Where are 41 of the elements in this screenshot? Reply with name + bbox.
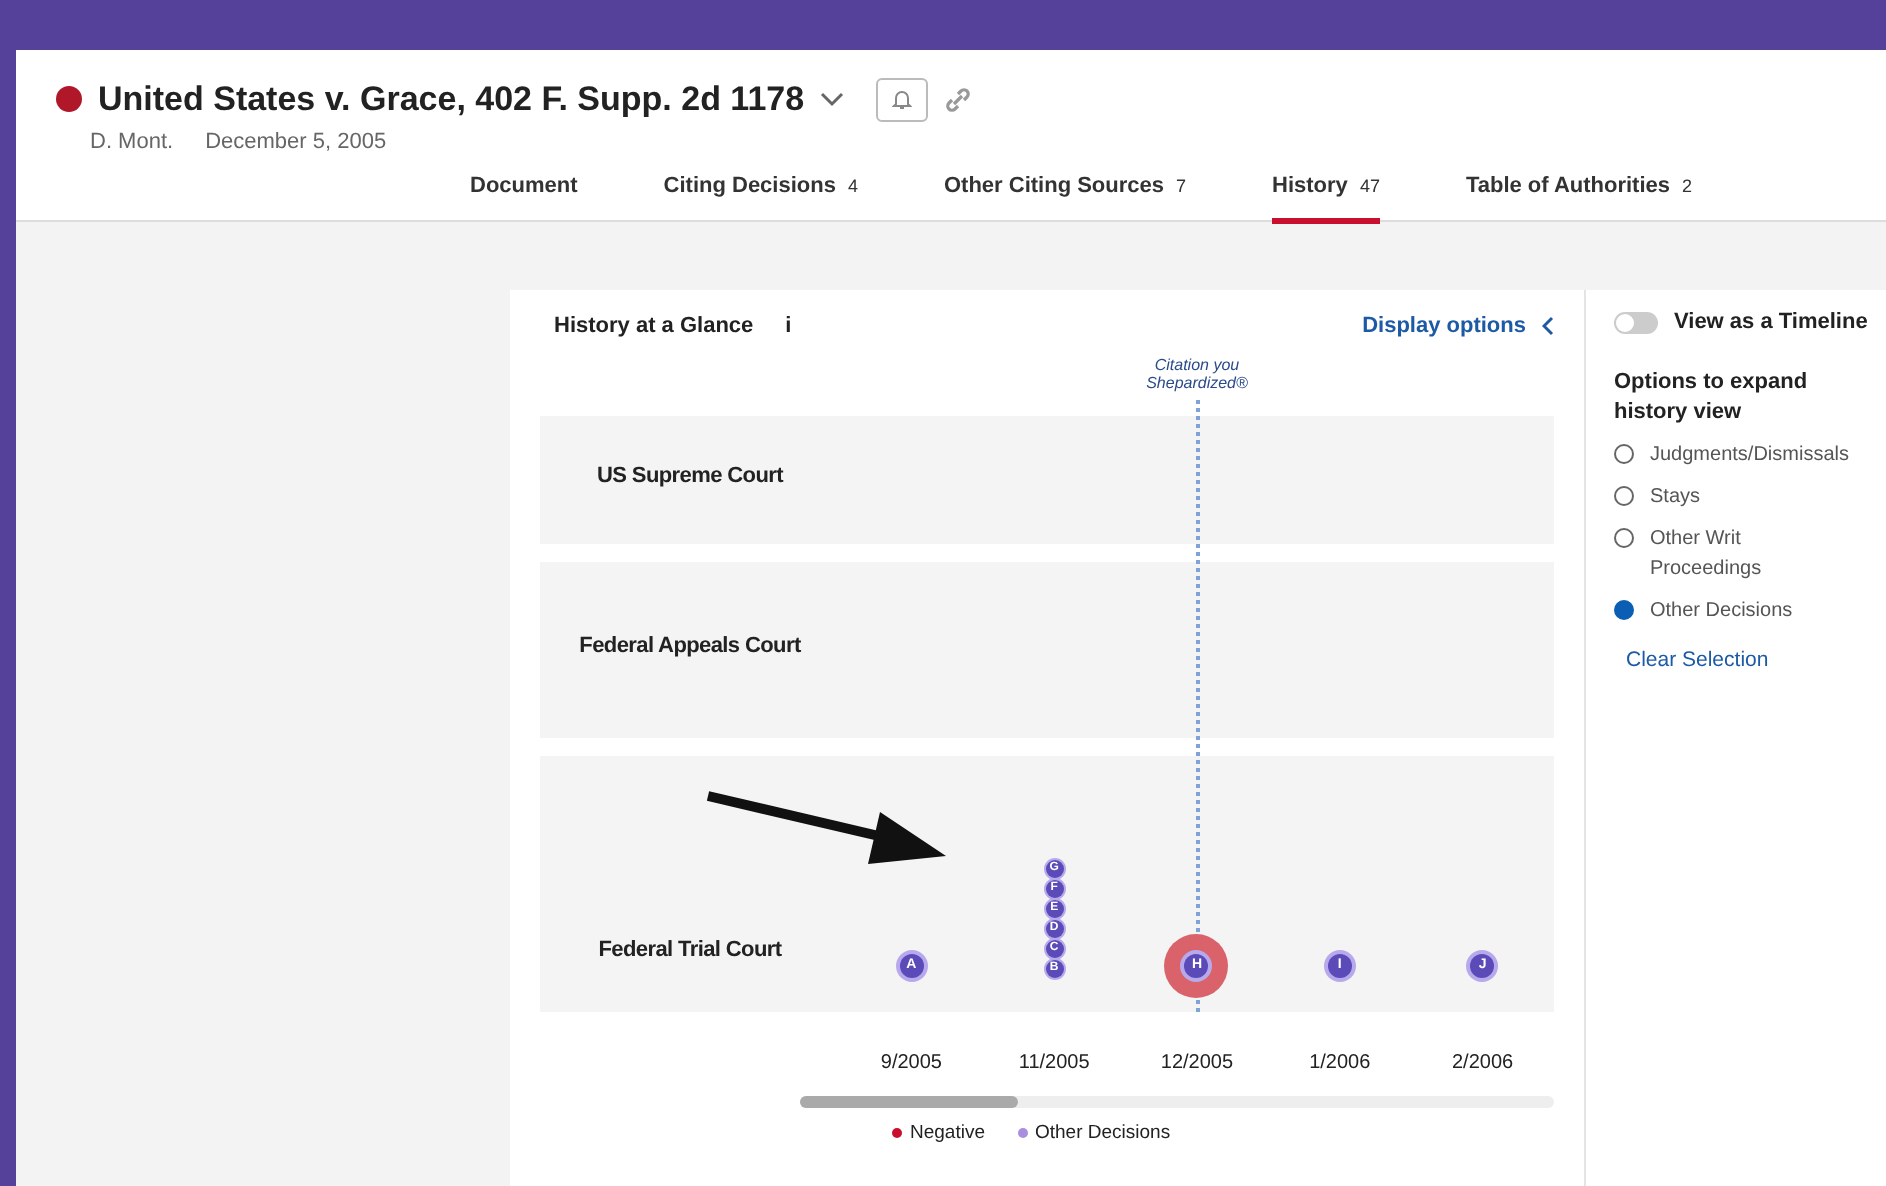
tab[interactable]: Document bbox=[470, 162, 578, 223]
info-icon[interactable]: i bbox=[785, 310, 792, 343]
option-label: Other Writ Proceedings bbox=[1650, 526, 1764, 585]
radio-button[interactable] bbox=[1614, 600, 1634, 621]
tab[interactable]: Citing Decisions 4 bbox=[663, 162, 858, 223]
toggle-switch[interactable] bbox=[1614, 311, 1658, 334]
option-label: Judgments/Dismissals bbox=[1650, 442, 1850, 471]
chevron-icon[interactable] bbox=[1542, 316, 1554, 337]
link-icon[interactable] bbox=[944, 85, 973, 114]
tab[interactable]: Table of Authorities 2 bbox=[1465, 162, 1693, 223]
legend-label: Negative bbox=[910, 1119, 985, 1147]
court-name: D. Mont. bbox=[90, 127, 174, 157]
date-label: 1/2006 bbox=[1309, 1051, 1371, 1073]
option-label: Stays bbox=[1650, 484, 1703, 513]
court-label: US Supreme Court bbox=[597, 462, 783, 492]
radio-button[interactable] bbox=[1614, 528, 1634, 549]
display-options-link[interactable]: Display options bbox=[1362, 310, 1526, 343]
date-label: 12/2005 bbox=[1160, 1051, 1234, 1073]
radio-button[interactable] bbox=[1614, 486, 1634, 507]
date-label: 11/2005 bbox=[1018, 1051, 1090, 1073]
scrollbar-thumb[interactable] bbox=[800, 1095, 1018, 1107]
tab[interactable]: Other Citing Sources 7 bbox=[943, 162, 1187, 223]
bell-icon bbox=[892, 88, 913, 111]
citation-label: Citation you Shepardized® bbox=[1144, 355, 1250, 397]
bell-button[interactable] bbox=[876, 77, 929, 122]
legend-label: Other Decisions bbox=[1035, 1119, 1171, 1147]
option-label: Other Decisions bbox=[1650, 598, 1795, 627]
court-label: Federal Trial Court bbox=[598, 936, 782, 966]
court-label: Federal Appeals Court bbox=[579, 632, 801, 662]
decision-date: December 5, 2005 bbox=[205, 127, 387, 157]
status-dot-icon bbox=[56, 86, 82, 113]
toggle-label: View as a Timeline bbox=[1674, 308, 1868, 338]
options-title: Options to expand history view bbox=[1614, 367, 1810, 428]
date-label: 9/2005 bbox=[880, 1051, 942, 1073]
panel-title: History at a Glance bbox=[554, 312, 754, 342]
tab[interactable]: History 47 bbox=[1272, 162, 1380, 223]
radio-button[interactable] bbox=[1614, 444, 1634, 465]
chevron-icon[interactable] bbox=[820, 91, 845, 108]
clear-selection-link[interactable]: Clear Selection bbox=[1626, 646, 1886, 679]
date-label: 2/2006 bbox=[1452, 1051, 1514, 1073]
case-title: United States v. Grace, 402 F. Supp. 2d 1178 bbox=[98, 78, 805, 122]
